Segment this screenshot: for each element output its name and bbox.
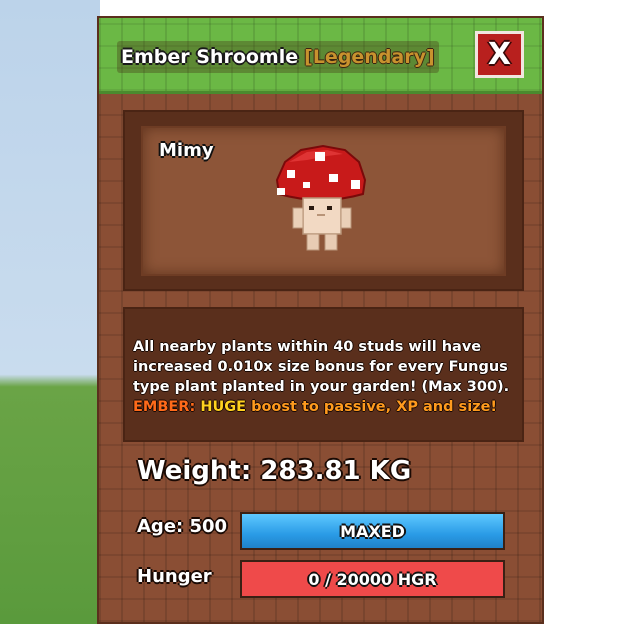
passive-description: All nearby plants within 40 studs will h… [123,307,524,442]
pet-preview: Mimy [141,126,506,276]
background-scene [0,0,100,624]
age-progress-bar: MAXED [240,512,505,550]
pet-species-name: Ember Shroomle [121,46,299,68]
rarity-badge: [Legendary] [304,46,435,68]
hunger-label: Hunger [137,566,212,587]
weight-readout: Weight: 283.81 KG [137,456,412,486]
mutation-effect: boost to passive, XP and size! [246,399,498,415]
age-label: Age: 500 [137,516,228,537]
pet-nickname: Mimy [159,140,214,161]
passive-text: All nearby plants within 40 studs will h… [133,339,510,395]
pet-info-panel: Ember Shroomle [Legendary] X Mimy All ne… [97,16,544,624]
mutation-highlight: HUGE [195,399,247,415]
hunger-bar-text: 0 / 20000 HGR [308,569,437,589]
mushroom-pet-icon [275,144,367,251]
title-bar: Ember Shroomle [Legendary] X [99,18,542,94]
background-right [538,0,624,624]
hunger-progress-bar: 0 / 20000 HGR [240,560,505,598]
mutation-name: EMBER: [133,399,196,415]
pet-preview-frame: Mimy [123,110,524,291]
mutation-line: EMBER: HUGE boost to passive, XP and siz… [133,397,514,417]
panel-title: Ember Shroomle [Legendary] [117,41,439,73]
close-button[interactable]: X [475,31,524,78]
age-bar-text: MAXED [340,521,405,541]
